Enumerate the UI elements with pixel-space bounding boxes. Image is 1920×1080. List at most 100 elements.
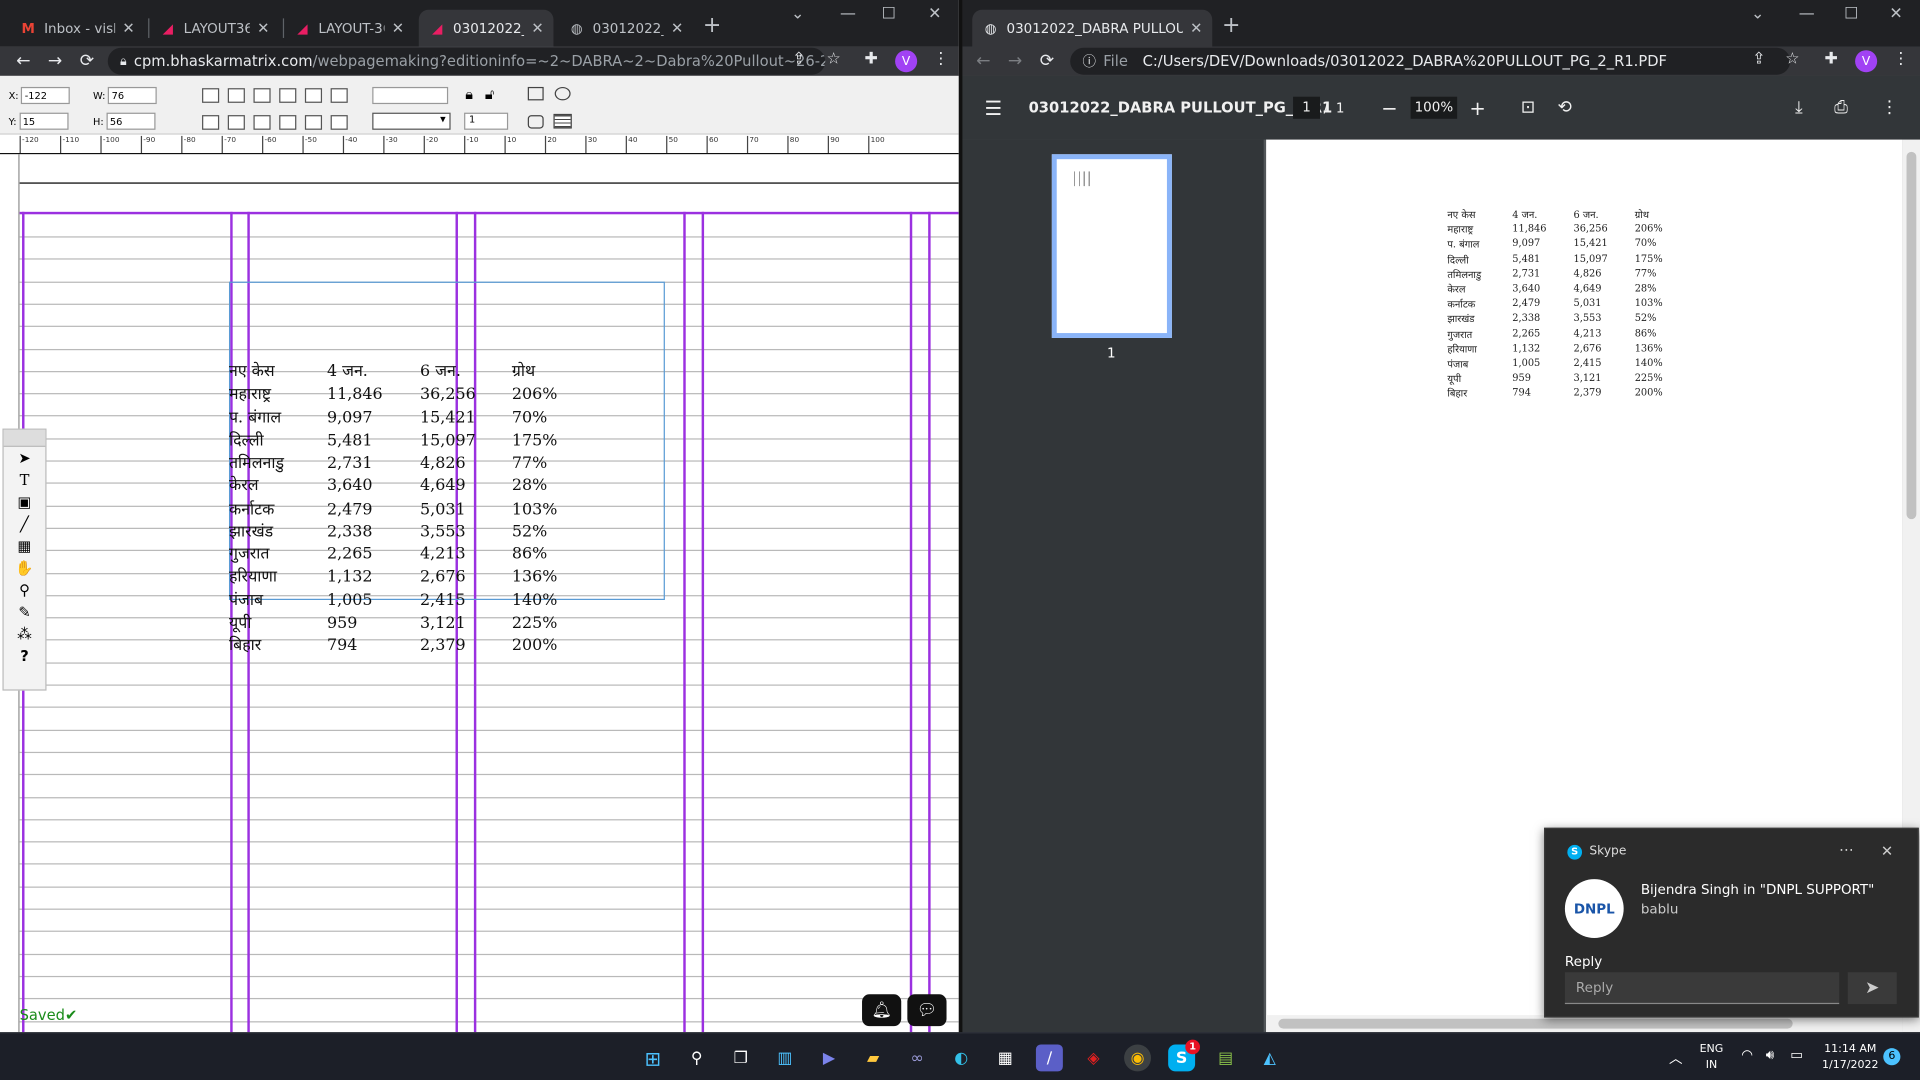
tab-inbox[interactable]: M Inbox - vishe ✕	[10, 10, 145, 47]
windows-start-icon[interactable]: ⊞	[639, 1044, 666, 1071]
chat-button[interactable]: 💬︎	[907, 994, 947, 1027]
app-icon[interactable]: ◭	[1256, 1044, 1283, 1071]
line-tool-icon[interactable]: ╱	[4, 513, 46, 535]
w-field[interactable]: W:	[93, 86, 157, 105]
forward-button[interactable]: →	[999, 51, 1031, 71]
stroke-style-select[interactable]: ▾	[372, 112, 451, 130]
wifi-icon[interactable]: ◠	[1741, 1047, 1753, 1063]
new-tab-button[interactable]: +	[703, 12, 721, 38]
text-tool-icon[interactable]: T	[4, 469, 46, 491]
zoom-level[interactable]: 100%	[1410, 96, 1458, 119]
align-middle-icon[interactable]	[304, 88, 323, 103]
close-tab-icon[interactable]: ✕	[392, 20, 404, 37]
horizontal-scrollbar[interactable]	[1266, 1015, 1903, 1033]
image-tool-icon[interactable]: ▣	[4, 491, 46, 513]
close-window-button[interactable]: ✕	[1889, 5, 1902, 23]
more-options-icon[interactable]: ⋯	[1839, 841, 1854, 858]
rotate-icon[interactable]: ⟲	[1558, 98, 1572, 118]
scrollbar-thumb[interactable]	[1906, 151, 1917, 520]
profile-avatar[interactable]: V	[1855, 50, 1878, 73]
x-input[interactable]	[21, 86, 71, 105]
tab-search-icon[interactable]: ⌄	[1751, 5, 1764, 23]
mcafee-icon[interactable]: ◈	[1080, 1044, 1107, 1071]
tab-search-icon[interactable]: ⌄	[791, 5, 804, 23]
share-icon[interactable]: ⇪	[792, 50, 805, 68]
table-tool-icon[interactable]: ▦	[4, 535, 46, 557]
reload-button[interactable]: ⟳	[71, 51, 103, 71]
y-input[interactable]	[19, 112, 68, 130]
new-tab-button[interactable]: +	[1222, 12, 1240, 38]
profile-avatar[interactable]: V	[895, 50, 918, 73]
menu-dots-icon[interactable]: ⋮	[1893, 50, 1909, 68]
app-icon[interactable]: ∕	[1035, 1044, 1063, 1072]
distribute-icon[interactable]	[202, 115, 220, 130]
tab-layout365-1[interactable]: ◢ LAYOUT365 L ✕	[149, 10, 279, 47]
distribute-icon[interactable]	[304, 115, 323, 130]
page-thumbnail[interactable]	[1051, 154, 1172, 338]
search-icon[interactable]: ⚲	[683, 1044, 710, 1071]
zoom-out-icon[interactable]: −	[1381, 96, 1397, 119]
back-button[interactable]: ←	[7, 51, 39, 71]
h-field[interactable]: H:	[93, 112, 156, 130]
forward-button[interactable]: →	[39, 51, 71, 71]
distribute-icon[interactable]	[253, 115, 271, 130]
show-hidden-icons[interactable]: ︿	[1669, 1048, 1682, 1068]
align-center-icon[interactable]	[227, 88, 245, 103]
chrome-icon[interactable]: ◉	[1124, 1044, 1152, 1072]
rect-frame-icon[interactable]	[527, 86, 544, 101]
fit-page-icon[interactable]: ⊡	[1521, 98, 1535, 118]
distribute-icon[interactable]	[330, 115, 348, 130]
x-field[interactable]: X:	[9, 86, 71, 105]
page-number-input[interactable]: 1	[464, 112, 509, 130]
zoom-tool-icon[interactable]: ⚲	[4, 579, 46, 601]
task-view-icon[interactable]: ❐	[727, 1044, 754, 1071]
rounded-frame-icon[interactable]	[527, 115, 544, 129]
tab-03012022-active[interactable]: ◢ 03012022_Da ✕	[418, 9, 554, 47]
chat-icon[interactable]: ▶	[816, 1044, 843, 1071]
extensions-icon[interactable]: ✚	[1824, 50, 1837, 68]
tab-layout365-2[interactable]: ◢ LAYOUT-365 ✕	[284, 10, 414, 47]
bookmark-star-icon[interactable]: ☆	[827, 50, 841, 68]
volume-icon[interactable]: 🔊︎	[1766, 1047, 1774, 1064]
stroke-weight-select[interactable]	[372, 86, 449, 105]
zoom-in-icon[interactable]: +	[1469, 96, 1485, 119]
maximize-button[interactable]: ☐	[1844, 5, 1858, 23]
battery-icon[interactable]: ▭	[1790, 1047, 1803, 1063]
minimize-button[interactable]: —	[840, 5, 856, 23]
widgets-icon[interactable]: ▥	[771, 1044, 798, 1071]
address-bar[interactable]: 🔒︎ cpm.bhaskarmatrix.com/webpagemaking?e…	[107, 47, 826, 75]
eyedropper-icon[interactable]: ✎	[4, 601, 46, 623]
close-tab-icon[interactable]: ✕	[122, 20, 134, 37]
bookmark-star-icon[interactable]: ☆	[1785, 50, 1799, 68]
hand-tool-icon[interactable]: ✋	[4, 557, 46, 579]
download-icon[interactable]: ⤓	[1795, 98, 1803, 118]
notepad-icon[interactable]: ▤	[1212, 1044, 1239, 1071]
columns-icon[interactable]	[553, 113, 572, 129]
close-icon[interactable]: ✕	[1881, 842, 1893, 859]
ellipse-frame-icon[interactable]	[554, 86, 571, 101]
notification-count[interactable]: 6	[1883, 1048, 1901, 1066]
help-icon[interactable]: ?	[4, 645, 46, 667]
align-right-icon[interactable]	[253, 88, 271, 103]
language-indicator[interactable]: ENG IN	[1700, 1042, 1724, 1074]
app-icon[interactable]: ∞	[904, 1044, 931, 1071]
minimize-button[interactable]: —	[1799, 5, 1815, 23]
more-actions-icon[interactable]: ⋮	[1881, 98, 1898, 118]
send-button[interactable]: ➤	[1847, 972, 1897, 1005]
select-arrow-icon[interactable]: ➤	[4, 447, 46, 469]
notification-bell-button[interactable]: 🔔︎	[862, 994, 902, 1027]
reload-button[interactable]: ⟳	[1031, 51, 1063, 71]
close-tab-icon[interactable]: ✕	[1190, 20, 1202, 37]
extensions-icon[interactable]: ✚	[864, 50, 877, 68]
close-tab-icon[interactable]: ✕	[531, 20, 543, 37]
scrollbar-thumb[interactable]	[1278, 1018, 1793, 1029]
file-explorer-icon[interactable]: ▰	[860, 1044, 887, 1071]
w-input[interactable]	[107, 86, 157, 105]
y-field[interactable]: Y:	[9, 112, 68, 130]
tab-03012022-pdf[interactable]: ◍ 03012022_DA ✕	[558, 10, 693, 47]
h-input[interactable]	[106, 112, 156, 130]
share-icon[interactable]: ⇪	[1752, 50, 1765, 68]
lock-icon[interactable]: 🔒︎	[465, 86, 473, 104]
close-window-button[interactable]: ✕	[928, 5, 941, 23]
skype-notification[interactable]: S Skype ⋯ ✕ DNPL Bijendra Singh in "DNPL…	[1544, 827, 1919, 1018]
